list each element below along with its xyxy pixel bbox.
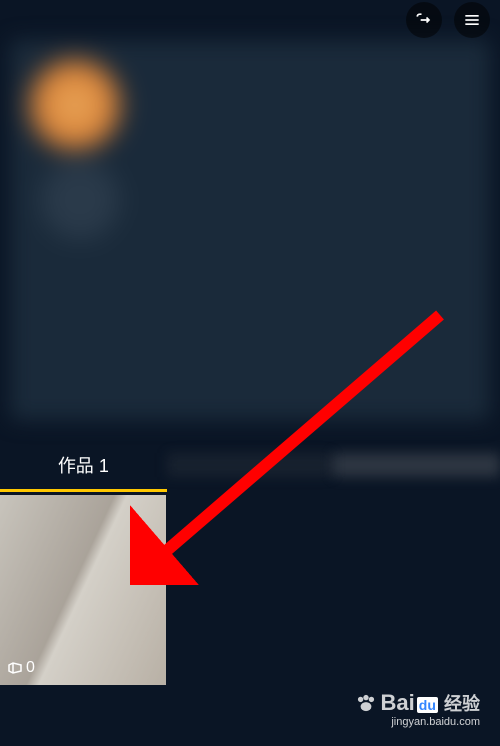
tab-second[interactable]: [167, 453, 334, 477]
menu-icon: [462, 10, 482, 30]
profile-icon: [40, 160, 120, 240]
tab-third[interactable]: [333, 453, 500, 477]
pointing-hand-icon: [414, 10, 434, 30]
share-button[interactable]: [406, 2, 442, 38]
play-count-value: 0: [26, 659, 35, 677]
avatar: [30, 60, 120, 150]
tab-works[interactable]: 作品 1: [0, 440, 167, 490]
menu-button[interactable]: [454, 2, 490, 38]
tab-works-count: 1: [99, 456, 109, 476]
paw-icon: [355, 694, 377, 712]
watermark-url: jingyan.baidu.com: [355, 716, 480, 728]
watermark: Baidu 经验 jingyan.baidu.com: [355, 690, 480, 728]
profile-card: [10, 40, 490, 420]
video-thumbnail[interactable]: 0: [0, 495, 166, 685]
play-count: 0: [8, 659, 35, 677]
watermark-suffix: 经验: [444, 694, 480, 714]
tab-works-label: 作品: [58, 456, 94, 476]
tabs: 作品 1: [0, 440, 500, 490]
play-icon: [8, 662, 22, 674]
watermark-brand: Bai: [381, 690, 415, 715]
video-grid: 0: [0, 495, 500, 685]
